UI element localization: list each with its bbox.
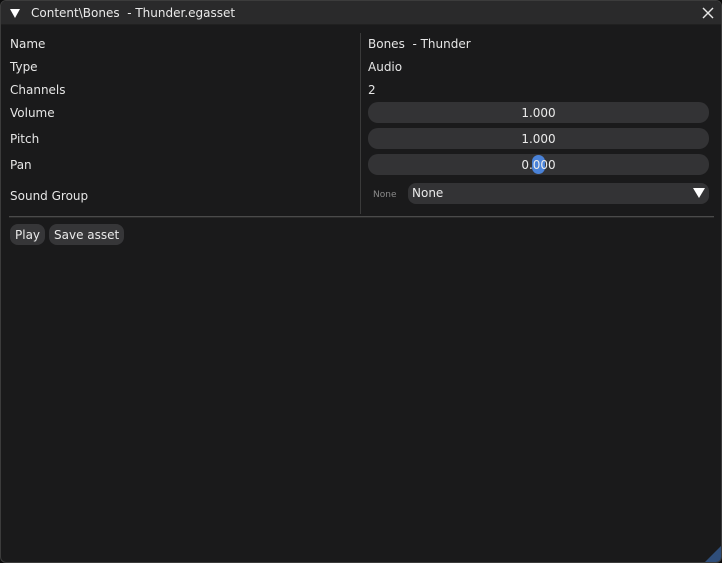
triangle-down-icon[interactable] — [9, 7, 21, 19]
volume-label: Volume — [10, 106, 55, 120]
name-label: Name — [10, 37, 46, 51]
sound-group-hint: None — [373, 190, 397, 200]
resize-grip-icon[interactable] — [703, 544, 721, 562]
chevron-down-icon — [693, 188, 705, 198]
save-asset-button[interactable]: Save asset — [49, 224, 125, 245]
volume-drag-field[interactable]: 1.000 — [368, 102, 709, 123]
name-value: Bones - Thunder — [368, 37, 471, 51]
channels-label: Channels — [10, 83, 66, 97]
close-button[interactable] — [699, 4, 717, 22]
pitch-value: 1.000 — [521, 131, 556, 146]
sound-group-combo[interactable]: None — [408, 183, 709, 204]
column-divider[interactable] — [360, 33, 361, 214]
type-value: Audio — [368, 60, 403, 74]
volume-value: 1.000 — [521, 105, 556, 120]
sound-group-label: Sound Group — [10, 189, 89, 203]
separator — [9, 216, 714, 218]
title-bar[interactable]: Content\Bones - Thunder.egasset — [1, 1, 721, 25]
play-button[interactable]: Play — [10, 224, 46, 245]
pitch-label: Pitch — [10, 132, 40, 146]
asset-editor-window: Content\Bones - Thunder.egasset Name Bon… — [0, 0, 722, 563]
close-icon — [702, 7, 714, 19]
channels-value: 2 — [368, 83, 376, 97]
pan-label: Pan — [10, 158, 32, 172]
sound-group-selected: None — [412, 186, 444, 200]
type-label: Type — [10, 60, 38, 74]
pan-drag-field[interactable]: 0.000 — [368, 154, 709, 175]
window-title: Content\Bones - Thunder.egasset — [31, 6, 236, 20]
pitch-drag-field[interactable]: 1.000 — [368, 128, 709, 149]
pan-value: 0.000 — [521, 157, 556, 172]
